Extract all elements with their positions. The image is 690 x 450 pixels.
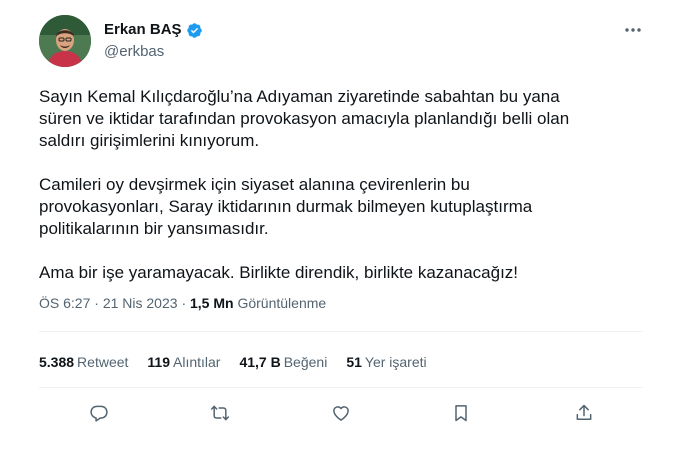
more-horizontal-icon[interactable] [621,20,645,40]
author-name[interactable]: Erkan BAŞ [104,21,182,39]
stat-label: Alıntılar [173,354,221,370]
tweet-time[interactable]: ÖS 6:27 [39,295,90,311]
stat-likes[interactable]: 41,7 B Beğeni [239,353,327,371]
author-handle[interactable]: @erkbas [104,43,164,61]
stat-quotes[interactable]: 119 Alıntılar [147,353,220,371]
stat-label: Retweet [77,354,129,370]
views-count[interactable]: 1,5 Mn [190,295,234,311]
stat-count: 119 [147,354,170,370]
views-label: Görüntülenme [237,295,327,311]
meta-separator: · [181,295,187,311]
verified-badge-icon [186,22,203,39]
heart-icon[interactable] [326,398,356,428]
tweet-paragraph: Ama bir işe yaramayacak. Birlikte dirend… [39,263,519,282]
bookmark-icon[interactable] [446,398,476,428]
stat-label: Yer işareti [364,354,427,370]
divider [39,331,643,332]
stat-count: 51 [346,354,362,370]
tweet-actions [39,398,643,428]
stat-bookmarks[interactable]: 51 Yer işareti [346,353,426,371]
author-name-row[interactable]: Erkan BAŞ [104,21,203,39]
tweet-card: Erkan BAŞ @erkbas Sayın Kemal Kılıçdaroğ… [0,0,690,450]
tweet-meta: ÖS 6:27 · 21 Nis 2023 · 1,5 Mn Görüntüle… [39,294,326,312]
tweet-paragraph: Sayın Kemal Kılıçdaroğlu’na Adıyaman ziy… [39,87,570,150]
meta-separator: · [94,295,99,311]
stat-count: 5.388 [39,354,75,370]
stat-count: 41,7 B [239,354,281,370]
tweet-date[interactable]: 21 Nis 2023 [103,295,178,311]
tweet-stats: 5.388 Retweet 119 Alıntılar 41,7 B Beğeni 5… [39,353,446,371]
stat-label: Beğeni [283,354,328,370]
divider [39,387,643,388]
tweet-text: Sayın Kemal Kılıçdaroğlu’na Adıyaman ziy… [39,86,639,306]
stat-retweets[interactable]: 5.388 Retweet [39,353,128,371]
tweet-paragraph: Camileri oy devşirmek için siyaset alanı… [39,175,533,238]
reply-icon[interactable] [84,398,114,428]
retweet-icon[interactable] [205,398,235,428]
avatar[interactable] [39,15,91,67]
share-icon[interactable] [569,398,599,428]
